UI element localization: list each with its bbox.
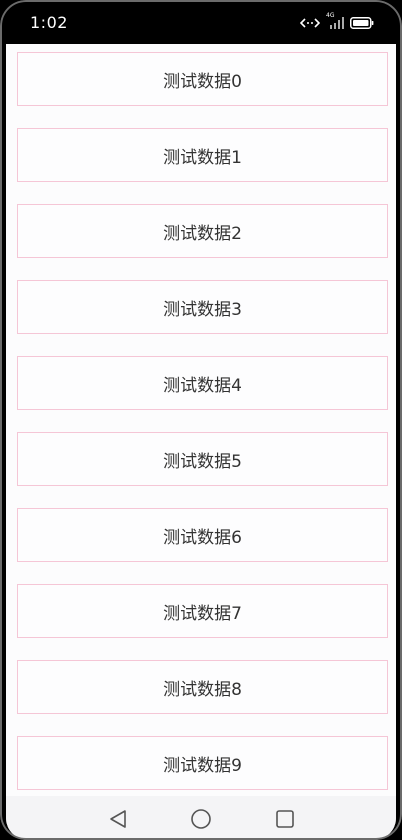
list-item-label: 测试数据6 bbox=[163, 527, 242, 548]
list-item-4[interactable]: 测试数据4 bbox=[17, 356, 388, 410]
phone-frame: 1:02 4G 测试数据0 测试数据1 测试数据2 测试数据3 测试数据4 测试… bbox=[0, 0, 402, 840]
list-item-1[interactable]: 测试数据1 bbox=[17, 128, 388, 182]
list-item-8[interactable]: 测试数据8 bbox=[17, 660, 388, 714]
list-item-label: 测试数据7 bbox=[163, 603, 242, 624]
navigation-bar bbox=[6, 796, 396, 840]
list-item-label: 测试数据5 bbox=[163, 451, 242, 472]
list-item-6[interactable]: 测试数据6 bbox=[17, 508, 388, 562]
list-item-label: 测试数据2 bbox=[163, 223, 242, 244]
home-icon[interactable] bbox=[190, 808, 212, 830]
signal-icon: 4G bbox=[326, 12, 344, 30]
battery-icon bbox=[350, 14, 374, 33]
back-icon[interactable] bbox=[107, 808, 129, 830]
list-item-label: 测试数据1 bbox=[163, 147, 242, 168]
status-time: 1:02 bbox=[30, 13, 68, 32]
list-item-label: 测试数据9 bbox=[163, 755, 242, 776]
data-transfer-icon bbox=[299, 14, 321, 33]
list-item-5[interactable]: 测试数据5 bbox=[17, 432, 388, 486]
list-item-label: 测试数据4 bbox=[163, 375, 242, 396]
status-icons: 4G bbox=[299, 12, 374, 33]
list-item-7[interactable]: 测试数据7 bbox=[17, 584, 388, 638]
list-item-label: 测试数据8 bbox=[163, 679, 242, 700]
list-item-3[interactable]: 测试数据3 bbox=[17, 280, 388, 334]
recents-icon[interactable] bbox=[274, 808, 296, 830]
list-item-2[interactable]: 测试数据2 bbox=[17, 204, 388, 258]
list-item-label: 测试数据0 bbox=[163, 71, 242, 92]
status-bar: 1:02 4G bbox=[0, 0, 402, 44]
list-item-0[interactable]: 测试数据0 bbox=[17, 52, 388, 106]
list-item-9[interactable]: 测试数据9 bbox=[17, 736, 388, 790]
app-screen: 测试数据0 测试数据1 测试数据2 测试数据3 测试数据4 测试数据5 测试数据… bbox=[6, 44, 396, 840]
list-item-label: 测试数据3 bbox=[163, 299, 242, 320]
